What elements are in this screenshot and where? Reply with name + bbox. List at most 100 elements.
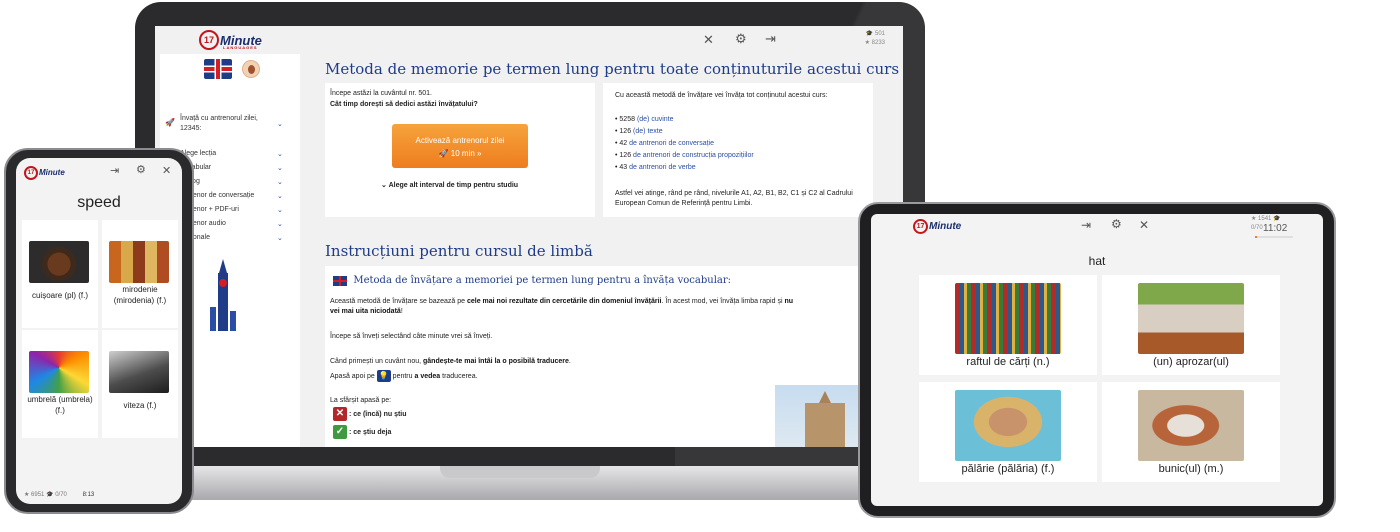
p3-bold: gândește-te mai întâi la o posibilă trad… xyxy=(423,358,569,365)
device-mockup-stage: 17 Minute LANGUAGES ✕ ⚙ ⇥ 🎓 501 ★ 8233 🚀 … xyxy=(0,0,1400,532)
p4-bold: a vedea xyxy=(414,372,441,380)
answer-card[interactable]: (un) aprozar(ul) xyxy=(1102,275,1280,375)
graduation-cap-icon: 🎓 xyxy=(46,492,56,498)
conversation-trainers-link[interactable]: de antrenori de conversație xyxy=(629,140,714,147)
gear-icon[interactable]: ⚙ xyxy=(1111,217,1122,231)
running-icon[interactable]: ⇥ xyxy=(1081,218,1091,232)
phone-screen: 17 Minute ⇥ ⚙ ✕ speed cuișoare (pl) (f.) … xyxy=(16,158,182,504)
p1-part: . În acest mod, vei învăța limba rapid ș… xyxy=(661,298,785,305)
activate-trainer-button[interactable]: Activează antrenorul zilei 🚀 10 min » xyxy=(392,124,528,168)
graduation-cap-icon: 🎓 xyxy=(865,31,875,37)
p3-part: Când primești un cuvânt nou, xyxy=(330,358,423,365)
instructions-paragraph-5: La sfârșit apasă pe: xyxy=(330,397,392,404)
chevron-down-icon: ⌄ xyxy=(277,193,283,200)
card-caption: umbrelă (umbrela) (f.) xyxy=(27,395,93,415)
app-logo[interactable]: 17 Minute LANGUAGES xyxy=(199,30,262,50)
logo-word: Minute xyxy=(39,168,65,178)
list-item: • 42 de antrenori de conversație xyxy=(615,140,714,147)
study-time-question: Cât timp dorești să dedici astăzi învăța… xyxy=(330,101,478,108)
page-title: Metoda de memorie pe termen lung pentru … xyxy=(325,60,900,78)
answer-card[interactable]: cuișoare (pl) (f.) xyxy=(22,220,98,328)
big-ben-illustration xyxy=(210,259,236,331)
answer-card[interactable]: bunic(ul) (m.) xyxy=(1102,382,1280,482)
sword-crossed-icon[interactable]: ✕ xyxy=(162,164,171,177)
item-count: 42 xyxy=(619,140,628,147)
card-caption: cuișoare (pl) (f.) xyxy=(31,291,88,300)
uk-flag-icon xyxy=(333,275,347,286)
verb-trainers-link[interactable]: de antrenori de verbe xyxy=(629,164,696,171)
stat-points: 6951 xyxy=(31,492,45,498)
list-item: • 5258 (de) cuvinte xyxy=(615,116,674,123)
answer-card[interactable]: umbrelă (umbrela) (f.) xyxy=(22,330,98,438)
gear-icon[interactable]: ⚙ xyxy=(735,31,747,47)
alt-interval-link[interactable]: ⌄ Alege alt interval de timp pentru stud… xyxy=(381,181,518,191)
tablet-screen: 17 Minute ⇥ ⚙ ✕ ★ 1541 🎓 0/70 11:02 hat r… xyxy=(871,214,1323,506)
timer-progress-fill xyxy=(1255,236,1258,238)
app-logo[interactable]: 17 Minute xyxy=(24,164,65,182)
p1-bold: cele mai noi rezultate din cercetările d… xyxy=(466,298,662,305)
logout-icon[interactable]: ⇥ xyxy=(765,31,776,47)
chevron-down-icon: ⌄ xyxy=(277,221,283,228)
sword-crossed-icon[interactable]: ✕ xyxy=(1139,218,1149,232)
stat-points: 8233 xyxy=(871,40,885,46)
chevron-down-icon: ⌄ xyxy=(277,121,283,128)
p1-bold: vei mai uita niciodată xyxy=(330,308,401,315)
card-caption: mirodenie (mirodenia) (f.) xyxy=(113,285,167,305)
umbrella-image xyxy=(29,351,89,393)
instructions-card: Metoda de învățare a memoriei pe termen … xyxy=(325,266,903,447)
p4-part: pentru xyxy=(392,372,413,380)
answer-card[interactable]: pălărie (pălăria) (f.) xyxy=(919,382,1097,482)
grandfather-image xyxy=(1138,390,1244,461)
trainer-avatar[interactable] xyxy=(242,60,260,78)
bookshelf-image xyxy=(955,283,1061,354)
rocket-icon: 🚀 xyxy=(165,118,175,127)
uk-flag-icon[interactable] xyxy=(204,59,232,79)
running-icon[interactable]: ⇥ xyxy=(110,164,119,177)
cta-duration: 10 min » xyxy=(450,149,482,158)
spices-image xyxy=(109,241,169,283)
card-caption: pălărie (pălăria) (f.) xyxy=(961,463,1055,475)
timer: 8:13 xyxy=(82,492,95,498)
item-count: 126 xyxy=(619,128,632,135)
speedometer-image xyxy=(109,351,169,393)
close-icon[interactable]: ✕ xyxy=(333,407,347,421)
list-item: • 43 de antrenori de verbe xyxy=(615,164,696,171)
list-item: • 126 (de) texte xyxy=(615,128,663,135)
laptop-trackpad-notch xyxy=(440,466,600,478)
sword-crossed-icon[interactable]: ✕ xyxy=(703,32,714,48)
list-item: • 126 de antrenori de construcția propoz… xyxy=(615,152,754,159)
answer-card[interactable]: mirodenie (mirodenia) (f.) xyxy=(102,220,178,328)
alt-interval-label: Alege alt interval de timp pentru studiu xyxy=(388,182,519,189)
chevron-down-icon: ⌄ xyxy=(277,179,283,186)
card-caption: bunic(ul) (m.) xyxy=(1158,463,1224,475)
logo-word: Minute xyxy=(929,221,962,233)
star-icon: ★ xyxy=(864,40,872,46)
texts-link[interactable]: (de) texte xyxy=(633,128,663,135)
check-icon[interactable]: ✓ xyxy=(333,425,347,439)
dont-know-row: ✕ : ce (încă) nu știu xyxy=(333,407,407,421)
words-link[interactable]: (de) cuvinte xyxy=(637,116,674,123)
greengrocer-image xyxy=(1138,283,1244,354)
sentence-trainers-link[interactable]: de antrenori de construcția propozițiilo… xyxy=(633,152,754,159)
laptop-screen: 17 Minute LANGUAGES ✕ ⚙ ⇥ 🎓 501 ★ 8233 🚀 … xyxy=(155,26,903,447)
logo-subtitle: LANGUAGES xyxy=(223,45,258,50)
chevron-down-icon: ⌄ xyxy=(277,165,283,172)
answer-card[interactable]: viteza (f.) xyxy=(102,330,178,438)
content-outro: Astfel vei atinge, rând pe rând, nivelur… xyxy=(615,190,853,207)
gear-icon[interactable]: ⚙ xyxy=(136,163,146,176)
quiz-word: speed xyxy=(77,194,121,211)
chevron-down-icon: ⌄ xyxy=(277,235,283,242)
p1-part: Această metodă de învățare se bazează pe xyxy=(330,298,467,305)
answer-card[interactable]: raftul de cărți (n.) xyxy=(919,275,1097,375)
logo-number: 17 xyxy=(199,30,219,50)
item-count: 43 xyxy=(619,164,628,171)
card-caption: viteza (f.) xyxy=(123,401,157,410)
subheading-text: Metoda de învățare a memoriei pe termen … xyxy=(353,275,732,286)
stat-words: 501 xyxy=(874,31,885,37)
app-logo[interactable]: 17 Minute xyxy=(913,218,961,236)
cloves-image xyxy=(29,241,89,283)
lightbulb-icon[interactable]: 💡 xyxy=(376,370,391,382)
start-word-text: Începe astăzi la cuvântul nr. 501. xyxy=(330,90,432,97)
logo-number: 17 xyxy=(913,219,928,235)
instructions-paragraph-4: Apasă apoi pe 💡 pentru a vedea traducere… xyxy=(330,370,478,382)
